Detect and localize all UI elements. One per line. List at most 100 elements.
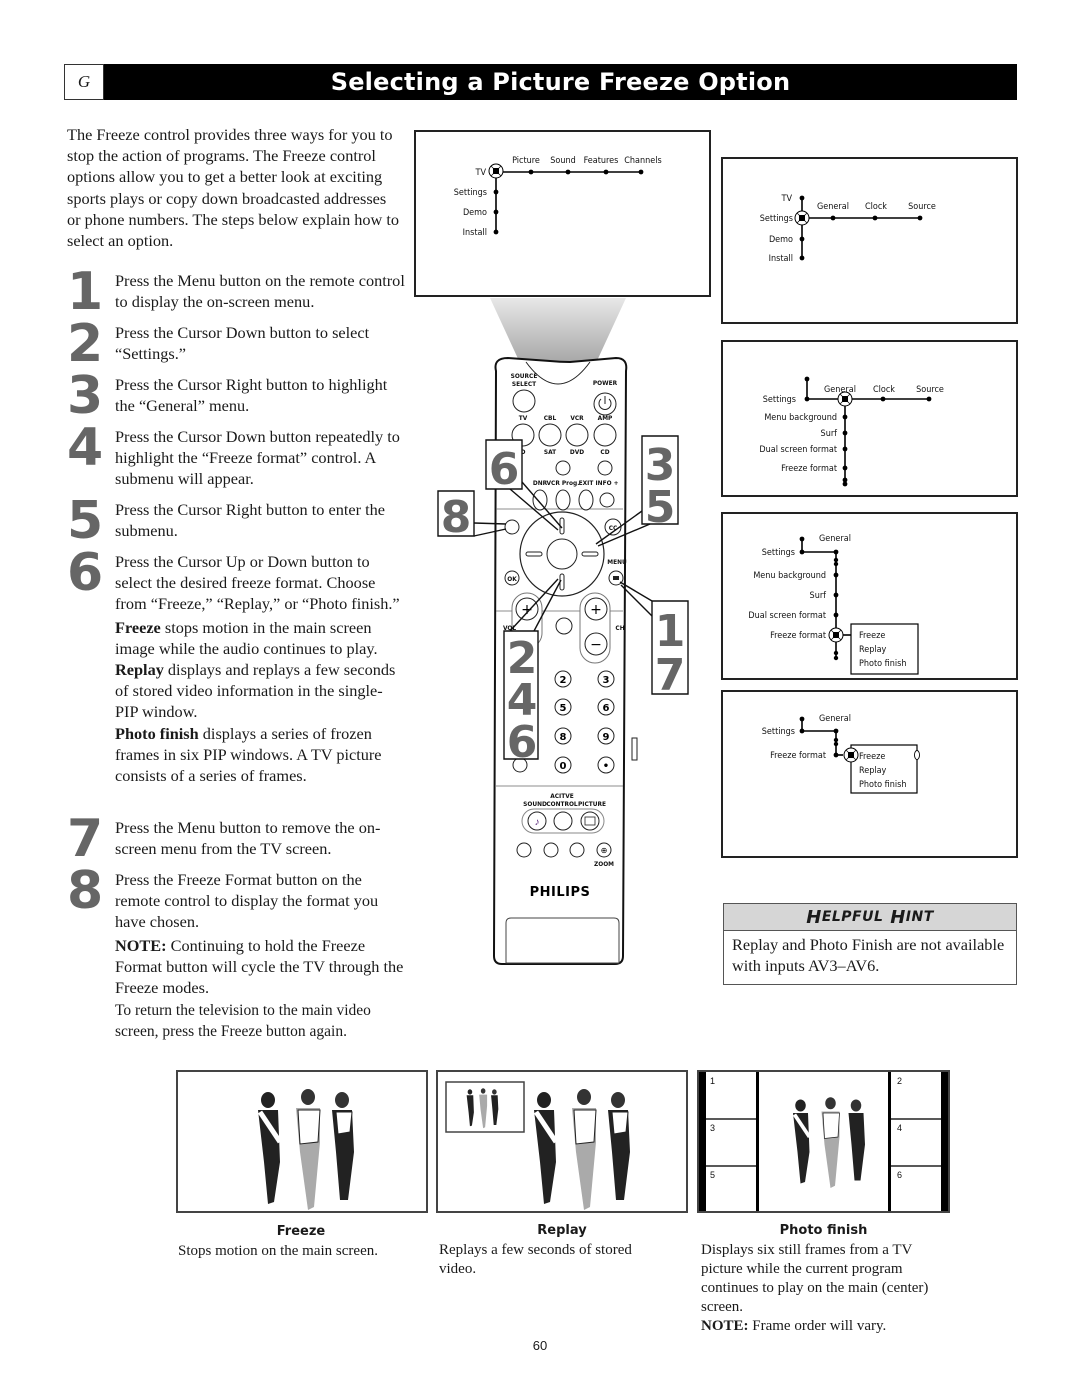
sound-mode-button[interactable] xyxy=(555,460,571,476)
menu-top-item: Clock xyxy=(873,385,895,395)
frame-number: 6 xyxy=(897,1170,902,1180)
menu-top-item: Clock xyxy=(865,202,887,212)
cc-label: CC xyxy=(609,524,618,532)
sat-label: SAT xyxy=(544,448,556,456)
info-label: INFO + xyxy=(596,479,619,487)
digit-label: 0 xyxy=(560,761,567,772)
freeze-example-image xyxy=(176,1070,428,1213)
step-text: Press the Cursor Down button repeatedly … xyxy=(115,427,400,489)
menu-root: TV xyxy=(781,194,793,204)
exit-button[interactable] xyxy=(578,489,594,511)
side-switch[interactable] xyxy=(631,737,638,761)
picture-button[interactable] xyxy=(580,811,600,831)
replay-caption-title: Replay xyxy=(537,1223,587,1238)
helpful-hint-text: Replay and Photo Finish are not availabl… xyxy=(723,931,1017,985)
callout-number: 6 xyxy=(489,444,520,495)
frame-number: 2 xyxy=(897,1076,902,1086)
hint-title-part: ELPFUL xyxy=(821,909,884,925)
menu-side-item: Surf xyxy=(821,429,838,439)
freeze-format-button[interactable] xyxy=(504,519,520,535)
dual-screen-button[interactable] xyxy=(516,842,532,858)
cursor-right-button[interactable] xyxy=(581,551,599,557)
detail-replay: Replay displays and replays a few second… xyxy=(115,659,405,723)
menu-screen-settings: TV Settings General Clock Source Demo In… xyxy=(721,157,1018,324)
battery-cover xyxy=(505,917,620,964)
source-select-button[interactable] xyxy=(512,389,536,413)
menu-top-item: General xyxy=(817,202,849,212)
exit-label: EXIT xyxy=(579,479,594,487)
info-button[interactable] xyxy=(599,492,615,508)
step-number: 5 xyxy=(67,491,104,551)
remote-control-illustration: SOURCE SELECT POWER TV CBL VCR AMP D SAT… xyxy=(437,298,689,965)
frame-number: 5 xyxy=(710,1170,715,1180)
menu-side-item: Install xyxy=(769,254,793,264)
menu-top-item: Features xyxy=(584,156,619,166)
cursor-left-button[interactable] xyxy=(525,551,543,557)
step-number: 1 xyxy=(67,262,104,322)
menu-side-item: Menu background xyxy=(753,571,826,581)
step-text: Press the Freeze Format button on the re… xyxy=(115,870,379,932)
menu-parent: Settings xyxy=(763,395,796,405)
active-control-button[interactable] xyxy=(553,811,573,831)
submenu-item: Replay xyxy=(859,766,887,776)
active-control-label: ACITVE xyxy=(550,792,574,800)
vcr-dvd-button[interactable] xyxy=(565,423,589,447)
scroll-indicator-icon xyxy=(914,750,920,760)
replay-caption-text: Replays a few seconds of stored video. xyxy=(439,1242,632,1277)
cd-label: CD xyxy=(600,448,609,456)
menu-screen-tv: TV Picture Sound Features Channels Setti… xyxy=(414,130,711,297)
pip-swap-button[interactable] xyxy=(543,842,559,858)
menu-diagram: Settings General Menu background Surf Du… xyxy=(748,534,919,675)
active-control-label: CONTROL xyxy=(546,800,578,808)
submenu-item: Replay xyxy=(859,645,887,655)
menu-selected: General xyxy=(824,385,856,395)
intro-paragraph: The Freeze control provides three ways f… xyxy=(67,125,400,251)
plus-icon: + xyxy=(521,602,533,618)
menu-top-item: Source xyxy=(916,385,944,395)
ch-label: CH xyxy=(615,624,624,632)
submenu-item: Photo finish xyxy=(859,780,907,790)
cursor-icon xyxy=(488,163,504,179)
step-text: Press the Cursor Right button to highlig… xyxy=(115,375,388,416)
format-button[interactable] xyxy=(597,460,613,476)
dvd-label: DVD xyxy=(570,448,584,456)
menu-diagram: Settings General Clock Source Menu backg… xyxy=(759,376,944,487)
source-select-label: SOURCE xyxy=(511,372,538,380)
mute-button[interactable] xyxy=(555,617,573,635)
vcr-label: VCR xyxy=(570,414,584,422)
menu-screen-freeze-format: Settings General Menu background Surf Du… xyxy=(721,512,1018,680)
digit-label: 8 xyxy=(560,732,567,743)
submenu-item: Freeze xyxy=(859,631,885,641)
menu-top-item: Picture xyxy=(512,156,540,166)
step-text: Press the Menu button to remove the on-s… xyxy=(115,818,381,859)
main-center-screen xyxy=(759,1072,888,1211)
menu-screen-general: Settings General Clock Source Menu backg… xyxy=(721,340,1018,497)
dnr-button[interactable] xyxy=(532,489,548,511)
note-label: NOTE: xyxy=(115,935,167,955)
step-text: Press the Menu button on the remote cont… xyxy=(115,271,405,312)
menu-side-item: Dual screen format xyxy=(759,445,837,455)
menu-top-item: Channels xyxy=(624,156,661,166)
step-number: 3 xyxy=(67,366,104,426)
runners-illustration xyxy=(257,1089,354,1210)
vcr-prog-button[interactable] xyxy=(555,489,571,511)
dnr-label: DNR xyxy=(533,479,548,487)
menu-side-item: Demo xyxy=(463,208,487,218)
digit-label: 9 xyxy=(603,732,610,743)
zoom-label: ZOOM xyxy=(594,860,614,868)
tv-label: TV xyxy=(519,414,528,422)
amp-cd-button[interactable] xyxy=(593,423,617,447)
cbl-sat-button[interactable] xyxy=(538,423,562,447)
amp-label: AMP xyxy=(598,414,613,422)
sound-label: SOUND xyxy=(523,800,547,808)
section-letter: G xyxy=(64,64,104,100)
menu-screen-freeze-select: Settings General Freeze format Freeze Re… xyxy=(721,690,1018,858)
photo-finish-caption-text: Displays six still frames from a TV pict… xyxy=(701,1242,929,1315)
menu-side-item: Surf xyxy=(810,591,827,601)
menu-side-item: Settings xyxy=(454,188,487,198)
cursor-center-button[interactable] xyxy=(546,538,578,570)
submenu-item: Photo finish xyxy=(859,659,907,669)
menu-side-item: Freeze format xyxy=(781,464,837,474)
hint-title-part: INT xyxy=(905,909,934,925)
multi-pip-button[interactable] xyxy=(569,842,585,858)
